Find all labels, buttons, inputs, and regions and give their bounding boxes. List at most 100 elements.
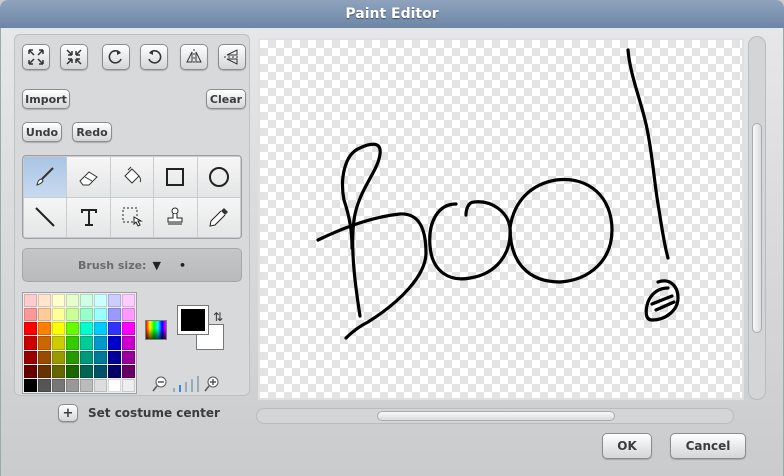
- color-swatch[interactable]: [122, 364, 135, 378]
- color-swatch[interactable]: [122, 308, 135, 322]
- color-swatch[interactable]: [108, 350, 121, 364]
- import-button[interactable]: Import: [22, 89, 70, 109]
- zoom-level-bars[interactable]: [173, 376, 199, 392]
- color-picker-gradient[interactable]: [145, 320, 167, 340]
- color-swatch[interactable]: [108, 308, 121, 322]
- color-swatch[interactable]: [108, 364, 121, 378]
- color-swatch[interactable]: [80, 336, 93, 350]
- flip-vertical-button[interactable]: [218, 44, 246, 70]
- fill-tool[interactable]: [110, 157, 154, 197]
- color-swatch[interactable]: [24, 336, 37, 350]
- color-swatch[interactable]: [122, 322, 135, 336]
- horizontal-scrollbar[interactable]: [256, 408, 734, 424]
- set-costume-center[interactable]: + Set costume center: [58, 404, 220, 422]
- color-swatch[interactable]: [122, 336, 135, 350]
- color-swatch[interactable]: [52, 364, 65, 378]
- line-tool[interactable]: [24, 197, 67, 237]
- rotate-right-button[interactable]: [140, 44, 168, 70]
- color-swatch[interactable]: [80, 294, 93, 308]
- color-swatch[interactable]: [108, 294, 121, 308]
- color-swatch[interactable]: [24, 378, 37, 392]
- color-swatch[interactable]: [66, 322, 79, 336]
- color-swatch[interactable]: [94, 322, 107, 336]
- color-swatch[interactable]: [52, 294, 65, 308]
- flip-horizontal-icon: [186, 49, 202, 65]
- color-swatch[interactable]: [122, 350, 135, 364]
- foreground-color[interactable]: [177, 305, 209, 335]
- color-swatch[interactable]: [24, 322, 37, 336]
- color-swatch[interactable]: [38, 322, 51, 336]
- color-swatch[interactable]: [38, 350, 51, 364]
- color-swatch[interactable]: [80, 378, 93, 392]
- color-swatch[interactable]: [94, 378, 107, 392]
- drawing-canvas[interactable]: [258, 38, 744, 400]
- color-swatch[interactable]: [108, 336, 121, 350]
- set-center-plus-button[interactable]: +: [58, 404, 78, 422]
- color-swatch[interactable]: [24, 308, 37, 322]
- color-swatch[interactable]: [38, 308, 51, 322]
- zoom-out-icon[interactable]: [152, 376, 168, 392]
- color-swatch[interactable]: [80, 322, 93, 336]
- color-swatch[interactable]: [52, 336, 65, 350]
- color-swatch[interactable]: [38, 378, 51, 392]
- color-swatch[interactable]: [108, 378, 121, 392]
- color-swatch[interactable]: [66, 350, 79, 364]
- color-swatch[interactable]: [66, 378, 79, 392]
- shrink-icon: [66, 49, 82, 65]
- rectangle-tool[interactable]: [154, 157, 197, 197]
- color-swatch[interactable]: [94, 308, 107, 322]
- select-icon: [122, 207, 143, 227]
- rotate-left-button[interactable]: [102, 44, 130, 70]
- color-swatch[interactable]: [80, 350, 93, 364]
- select-tool[interactable]: [110, 197, 154, 237]
- swap-colors-icon[interactable]: ⇅: [213, 310, 223, 324]
- text-tool[interactable]: [67, 197, 110, 237]
- grow-button[interactable]: [22, 44, 50, 70]
- color-swatch[interactable]: [52, 378, 65, 392]
- brush-size-control[interactable]: Brush size: ▼ •: [22, 248, 242, 282]
- brush-size-dropdown-arrow-icon[interactable]: ▼: [152, 259, 160, 272]
- color-swatch[interactable]: [94, 336, 107, 350]
- text-icon: [80, 209, 97, 227]
- color-swatch[interactable]: [24, 294, 37, 308]
- color-swatch[interactable]: [52, 308, 65, 322]
- horizontal-scroll-thumb[interactable]: [377, 411, 615, 421]
- color-swatch[interactable]: [66, 336, 79, 350]
- eyedropper-tool[interactable]: [197, 197, 240, 237]
- flip-horizontal-button[interactable]: [180, 44, 208, 70]
- color-swatch[interactable]: [38, 336, 51, 350]
- color-swatch[interactable]: [94, 350, 107, 364]
- ok-button[interactable]: OK: [602, 433, 652, 459]
- color-swatch[interactable]: [80, 364, 93, 378]
- color-swatch[interactable]: [38, 364, 51, 378]
- color-swatch[interactable]: [38, 294, 51, 308]
- color-swatch[interactable]: [52, 350, 65, 364]
- paintbrush-tool[interactable]: [24, 157, 67, 197]
- color-swatch[interactable]: [66, 308, 79, 322]
- stamp-tool[interactable]: [154, 197, 197, 237]
- color-swatch[interactable]: [108, 322, 121, 336]
- cancel-button[interactable]: Cancel: [670, 433, 746, 459]
- eraser-tool[interactable]: [67, 157, 110, 197]
- ellipse-tool[interactable]: [197, 157, 240, 197]
- rectangle-icon: [166, 167, 185, 186]
- color-swatch[interactable]: [66, 364, 79, 378]
- color-swatch[interactable]: [94, 294, 107, 308]
- title-bar: Paint Editor: [0, 0, 784, 28]
- shrink-button[interactable]: [60, 44, 88, 70]
- redo-button[interactable]: Redo: [72, 122, 112, 142]
- color-swatch[interactable]: [66, 294, 79, 308]
- color-swatch[interactable]: [122, 294, 135, 308]
- vertical-scroll-thumb[interactable]: [752, 123, 762, 333]
- color-swatch[interactable]: [24, 350, 37, 364]
- zoom-in-icon[interactable]: [204, 376, 220, 392]
- clear-button[interactable]: Clear: [206, 89, 246, 109]
- vertical-scrollbar[interactable]: [748, 36, 766, 400]
- color-swatch[interactable]: [80, 308, 93, 322]
- eraser-icon: [78, 171, 98, 186]
- undo-button[interactable]: Undo: [22, 122, 62, 142]
- color-swatch[interactable]: [52, 322, 65, 336]
- color-swatch[interactable]: [24, 364, 37, 378]
- color-swatch[interactable]: [94, 364, 107, 378]
- color-swatch[interactable]: [122, 378, 135, 392]
